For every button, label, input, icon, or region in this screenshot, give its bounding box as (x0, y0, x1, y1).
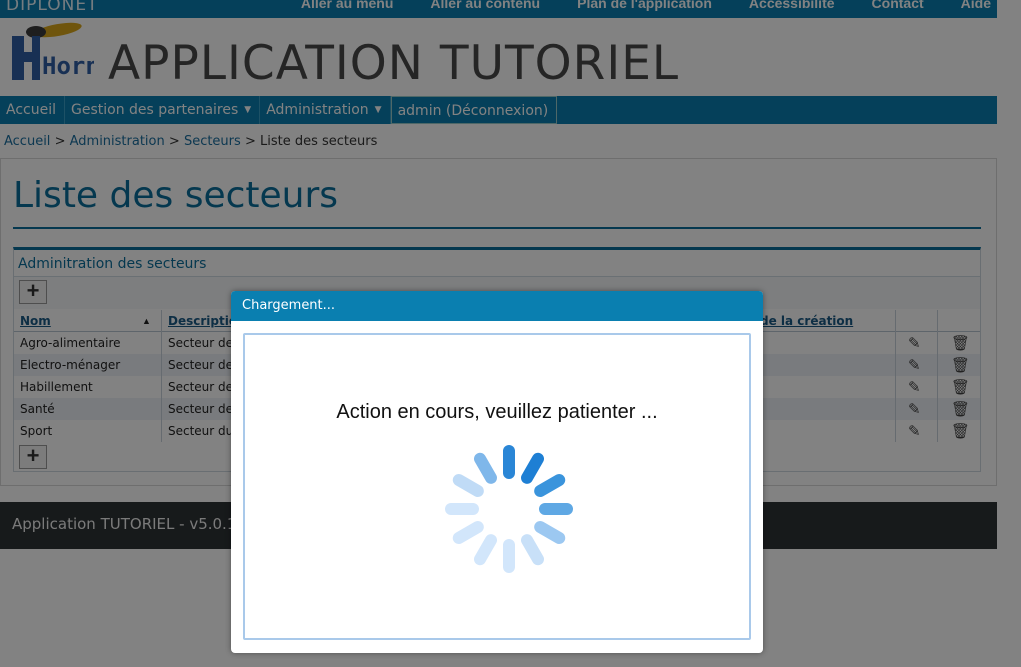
spinner-spoke (521, 534, 544, 566)
spinner-spoke (445, 503, 479, 515)
spinner-spoke (521, 452, 544, 484)
spinner-spoke (452, 521, 484, 544)
spinner-spoke (474, 534, 497, 566)
spinner-spoke (503, 539, 515, 573)
dialog-header: Chargement... (231, 291, 763, 321)
spinner-spoke (534, 474, 566, 497)
spinner-spoke (474, 452, 497, 484)
dialog-title: Chargement... (242, 298, 336, 313)
dialog-body: Action en cours, veuillez patienter ... (243, 333, 751, 640)
loading-dialog: Chargement... Action en cours, veuillez … (231, 291, 763, 653)
spinner-spoke (452, 474, 484, 497)
loading-message: Action en cours, veuillez patienter ... (336, 401, 658, 423)
loading-spinner-icon (445, 445, 573, 573)
spinner-spoke (539, 503, 573, 515)
spinner-spoke (503, 445, 515, 479)
spinner-spoke (534, 521, 566, 544)
